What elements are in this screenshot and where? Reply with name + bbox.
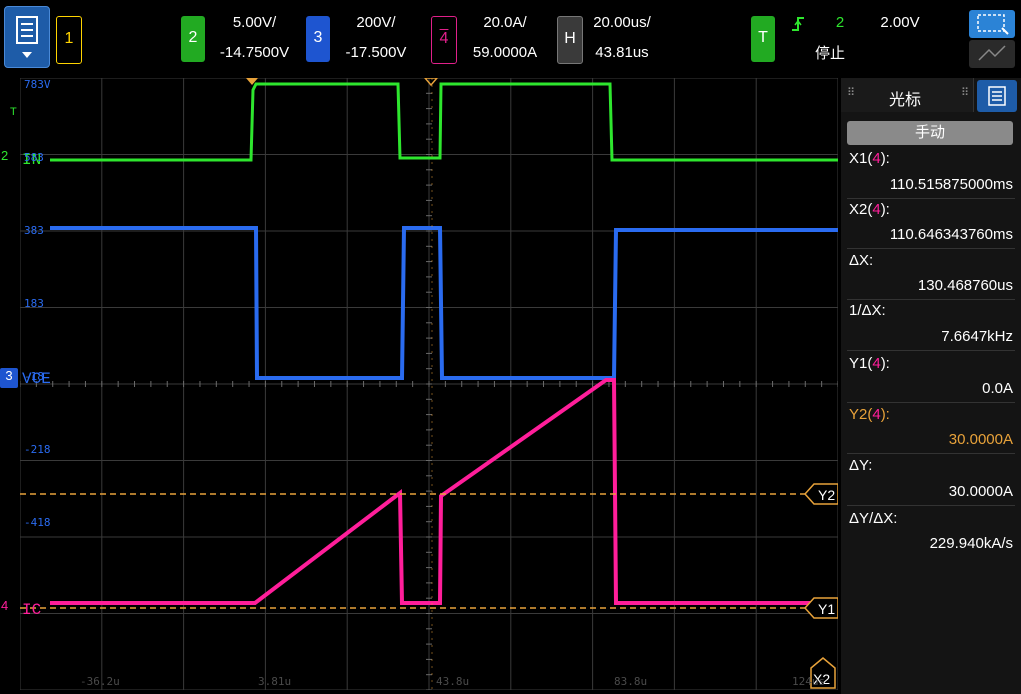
vce-trace bbox=[50, 226, 838, 380]
x-tick-label: 83.8u bbox=[614, 675, 647, 688]
left-marker-strip: T 2 3 4 bbox=[0, 78, 20, 694]
channel-2-scale: 5.00V/ bbox=[232, 14, 277, 31]
channel-3-button[interactable]: 3 bbox=[306, 16, 330, 62]
y-tick-label: -18 bbox=[24, 370, 44, 383]
traces bbox=[50, 82, 838, 605]
zoom-box-icon bbox=[977, 14, 1009, 35]
channel-2-offset: -14.7500V bbox=[219, 44, 290, 61]
time-delay: 43.81us bbox=[595, 44, 649, 61]
y1-channel: 4 bbox=[872, 355, 881, 372]
channel-3-scale: 200V/ bbox=[356, 14, 396, 31]
x-tick-label: 3.81u bbox=[258, 675, 291, 688]
panel-tab-cursors[interactable]: ⠿ 光标 ⠿ bbox=[841, 78, 974, 112]
list-icon bbox=[988, 86, 1006, 106]
delta-x-label: ΔX: bbox=[849, 252, 874, 269]
list-icon bbox=[16, 16, 38, 58]
channel-3-number: 3 bbox=[313, 29, 323, 46]
channel-1-button[interactable]: 1 bbox=[56, 16, 82, 64]
slope-label: ΔY/ΔX: bbox=[849, 510, 898, 527]
x2-channel: 4 bbox=[872, 201, 881, 218]
x1-value: 110.515875000ms bbox=[889, 176, 1013, 193]
measure-icon bbox=[978, 45, 1006, 61]
trigger-source: 2 bbox=[835, 14, 845, 31]
x2-value: 110.646343760ms bbox=[889, 226, 1013, 243]
graticule bbox=[20, 78, 838, 690]
y-tick-labels: 783V 583 383 183 -18 -218 -418 bbox=[24, 78, 51, 529]
trigger-button[interactable]: T bbox=[751, 16, 775, 62]
cursor-tag-y2[interactable]: Y2 bbox=[803, 483, 838, 505]
channel-3-marker[interactable]: 3 bbox=[0, 368, 18, 388]
y-tick-label: -418 bbox=[24, 516, 51, 529]
y-tick-label: -218 bbox=[24, 443, 51, 456]
ic-trace bbox=[50, 378, 838, 605]
inverse-delta-x-label: 1/ΔX: bbox=[849, 302, 886, 319]
rising-edge-icon bbox=[792, 17, 804, 31]
zoom-box-button[interactable] bbox=[969, 10, 1015, 38]
delta-x-value: 130.468760us bbox=[917, 277, 1013, 294]
cursor-x2-marker[interactable] bbox=[424, 78, 438, 87]
in-trace bbox=[50, 82, 838, 162]
trigger-label: T bbox=[758, 29, 768, 46]
cursor-y2-label: Y2 bbox=[818, 487, 835, 503]
horizontal-button[interactable]: H bbox=[557, 16, 583, 64]
drag-handle-icon: ⠿ bbox=[847, 87, 856, 99]
horizontal-label: H bbox=[564, 30, 576, 47]
panel-menu-button[interactable] bbox=[977, 80, 1017, 112]
y-tick-label: 583 bbox=[24, 151, 44, 164]
y1-label: Y1(4): bbox=[849, 355, 890, 372]
channel-4-button[interactable]: 4 bbox=[431, 16, 457, 64]
waveform-display[interactable]: Y2 Y1 X2 IN VCE IC 783V583383183-18-218-… bbox=[20, 78, 838, 690]
cursor-y1-label: Y1 bbox=[818, 601, 835, 617]
x1-channel: 4 bbox=[872, 150, 881, 167]
y2-channel: 4 bbox=[872, 406, 881, 423]
drag-handle-icon-right: ⠿ bbox=[961, 87, 970, 99]
channel-4-scale: 20.0A/ bbox=[483, 14, 527, 31]
inverse-delta-x-value: 7.6647kHz bbox=[941, 328, 1013, 345]
main-menu-button[interactable] bbox=[4, 6, 50, 68]
acquisition-state: 停止 bbox=[814, 45, 845, 62]
channel-4-marker[interactable]: 4 bbox=[1, 598, 8, 613]
cursor-panel: ⠿ 光标 ⠿ 手动 X1(4): 110.515875000ms X2(4): … bbox=[841, 78, 1021, 694]
y2-label: Y2(4): bbox=[849, 406, 890, 423]
delta-y-value: 30.0000A bbox=[948, 483, 1013, 500]
y2-value: 30.0000A bbox=[948, 431, 1013, 448]
y-tick-label: 383 bbox=[24, 224, 44, 237]
x-tick-label: 124us bbox=[792, 675, 825, 688]
panel-title: 光标 bbox=[889, 92, 922, 109]
cursor-mode-label: 手动 bbox=[914, 124, 945, 141]
trigger-level: 2.00V bbox=[880, 14, 920, 31]
trigger-marker[interactable]: T bbox=[10, 106, 17, 118]
y-tick-label: 783V bbox=[24, 78, 51, 91]
measure-button[interactable] bbox=[969, 40, 1015, 68]
y1-value: 0.0A bbox=[982, 380, 1013, 397]
cursor-mode-button[interactable]: 手动 bbox=[847, 121, 1013, 145]
time-scale: 20.00us/ bbox=[593, 14, 651, 31]
top-toolbar: 1 2 5.00V/ -14.7500V 3 200V/ -17.500V 4 … bbox=[0, 0, 1021, 78]
x2-label: X2(4): bbox=[849, 201, 890, 218]
ic-channel-label: IC bbox=[22, 601, 41, 619]
channel-2-button[interactable]: 2 bbox=[181, 16, 205, 62]
x1-label: X1(4): bbox=[849, 150, 890, 167]
channel-4-number: 4 bbox=[439, 30, 449, 47]
delta-y-label: ΔY: bbox=[849, 457, 873, 474]
channel-3-offset: -17.500V bbox=[345, 44, 407, 61]
x-tick-label: -36.2u bbox=[80, 675, 120, 688]
slope-value: 229.940kA/s bbox=[929, 535, 1013, 552]
channel-2-number: 2 bbox=[188, 29, 198, 46]
x-tick-labels: -36.2u 3.81u 43.8u 83.8u 124us bbox=[80, 675, 825, 688]
channel-1-number: 1 bbox=[64, 30, 74, 47]
channel-2-marker[interactable]: 2 bbox=[1, 148, 8, 163]
channel-4-offset: 59.0000A bbox=[472, 44, 538, 61]
y-tick-label: 183 bbox=[24, 297, 44, 310]
x-tick-label: 43.8u bbox=[436, 675, 469, 688]
